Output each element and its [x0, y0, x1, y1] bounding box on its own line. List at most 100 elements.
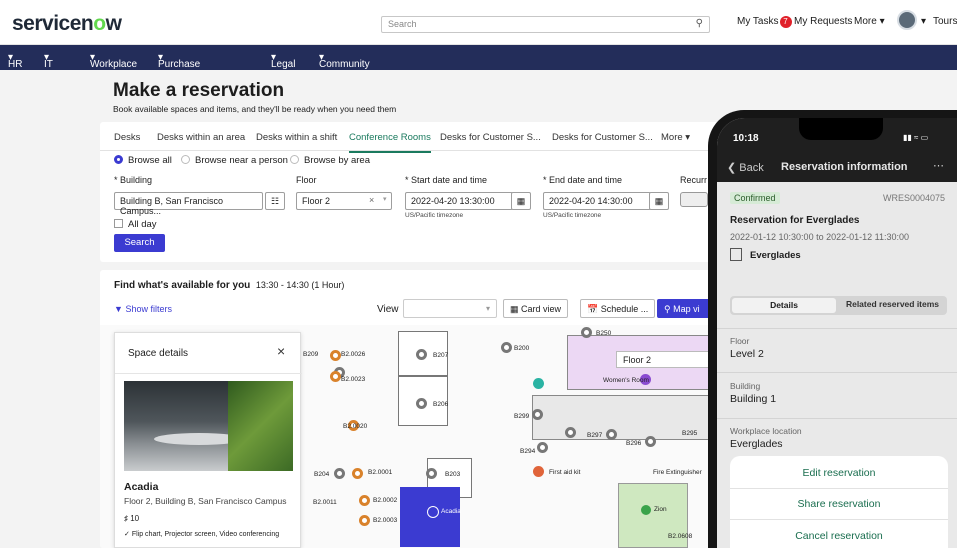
- amenity-icon[interactable]: [533, 378, 544, 389]
- more-options-icon[interactable]: ⋯: [933, 159, 944, 172]
- map-pin[interactable]: [537, 442, 548, 453]
- avatar-chevron-icon[interactable]: ▾: [921, 16, 926, 27]
- results-time: 13:30 - 14:30 (1 Hour): [255, 280, 345, 290]
- radio-empty-icon: [181, 155, 190, 164]
- map-pin[interactable]: [645, 436, 656, 447]
- nav-community[interactable]: Community ▾: [319, 52, 370, 70]
- phone-mockup: 10:18 ▮▮ ≈ ▭ ❮ Back Reservation informat…: [708, 110, 957, 548]
- card-view-button[interactable]: ▦ Card view: [503, 299, 569, 318]
- nav-hr[interactable]: HR ▾: [8, 52, 22, 70]
- tab-details[interactable]: Details: [732, 298, 836, 313]
- my-tasks-link[interactable]: My Tasks 7: [737, 16, 792, 28]
- map-pin[interactable]: [330, 350, 341, 361]
- map-pin[interactable]: [330, 371, 341, 382]
- map-label: B204: [314, 471, 330, 478]
- nav-it-label: IT: [44, 59, 53, 70]
- map-label: Fire Extinguisher: [653, 469, 702, 476]
- zion-icon[interactable]: [641, 505, 651, 515]
- chevron-down-icon[interactable]: ▾: [383, 195, 387, 203]
- reservation-number: WRES0004075: [883, 193, 946, 203]
- space-name: Acadia: [124, 481, 159, 493]
- search-icon[interactable]: ⚲: [696, 18, 703, 29]
- radio-browse-all[interactable]: Browse all: [114, 155, 172, 166]
- tab-desks-customer-1[interactable]: Desks for Customer S...: [440, 132, 541, 143]
- search-button[interactable]: Search: [114, 234, 165, 252]
- global-search-input[interactable]: Search ⚲: [381, 16, 710, 33]
- details-segmented-control: Details Related reserved items: [730, 296, 947, 315]
- building-value: Building 1: [730, 393, 777, 405]
- map-label: Zion: [654, 506, 667, 513]
- phone-notch: [799, 118, 883, 140]
- map-label: B2.0001: [368, 469, 393, 476]
- end-calendar-icon[interactable]: ▦: [649, 192, 669, 210]
- search-placeholder: Search: [388, 19, 417, 29]
- first-aid-icon[interactable]: [533, 466, 544, 477]
- show-filters-link[interactable]: ▼ Show filters: [114, 304, 172, 314]
- map-pin[interactable]: [334, 468, 345, 479]
- nav-workplace-label: Workplace: [90, 59, 138, 70]
- tours-link[interactable]: Tours: [933, 16, 957, 27]
- start-date-field[interactable]: 2022-04-20 13:30:00: [405, 192, 513, 210]
- radio-browse-all-label: Browse all: [128, 155, 172, 166]
- view-select[interactable]: ▾: [403, 299, 497, 318]
- radio-browse-near-person[interactable]: Browse near a person: [181, 155, 288, 166]
- schedule-button[interactable]: 📅 Schedule ...: [580, 299, 656, 318]
- tab-desks[interactable]: Desks: [114, 132, 140, 143]
- building-label: Building: [730, 381, 761, 391]
- nav-it[interactable]: IT ▾: [44, 52, 53, 70]
- end-date-field[interactable]: 2022-04-20 14:30:00: [543, 192, 651, 210]
- user-avatar[interactable]: [897, 10, 917, 30]
- show-filters-label: Show filters: [125, 304, 172, 314]
- map-pin[interactable]: [359, 515, 370, 526]
- map-label: B2.0002: [373, 497, 398, 504]
- map-label: B200: [514, 345, 530, 352]
- building-field[interactable]: Building B, San Francisco Campus...: [114, 192, 263, 216]
- room-photo: [124, 381, 293, 471]
- close-icon[interactable]: ×: [277, 343, 285, 359]
- map-pin[interactable]: [416, 398, 427, 409]
- divider: [730, 488, 948, 489]
- all-day-checkbox[interactable]: All day: [114, 219, 157, 230]
- map-pin[interactable]: [565, 427, 576, 438]
- floor-field[interactable]: Floor 2 × ▾: [296, 192, 392, 210]
- phone-header: 10:18 ▮▮ ≈ ▭ ❮ Back Reservation informat…: [717, 118, 957, 182]
- nav-legal[interactable]: Legal ▾: [271, 52, 295, 70]
- more-menu[interactable]: More ▾: [854, 16, 885, 27]
- green-wall: [228, 381, 293, 471]
- share-reservation-button[interactable]: Share reservation: [730, 498, 948, 510]
- back-button[interactable]: ❮ Back: [727, 161, 764, 174]
- tab-desks-customer-2[interactable]: Desks for Customer S...: [552, 132, 653, 143]
- map-label: B2.0608: [668, 533, 693, 540]
- cancel-reservation-button[interactable]: Cancel reservation: [730, 530, 948, 542]
- map-pin[interactable]: [359, 495, 370, 506]
- floor-value: Floor 2: [302, 196, 331, 206]
- map-pin[interactable]: [416, 349, 427, 360]
- map-pin[interactable]: [532, 409, 543, 420]
- tab-divider: [100, 150, 720, 151]
- nav-workplace[interactable]: Workplace ▾: [90, 52, 137, 70]
- recurring-toggle[interactable]: [680, 192, 708, 207]
- my-requests-link[interactable]: My Requests: [794, 16, 852, 27]
- tab-more[interactable]: More ▾: [661, 132, 690, 143]
- map-pin[interactable]: [501, 342, 512, 353]
- map-pin[interactable]: [426, 468, 437, 479]
- tasks-count-badge: 7: [779, 16, 792, 28]
- nav-purchase-expense[interactable]: Purchase and Expense ▾: [158, 52, 200, 92]
- page-subtitle: Book available spaces and items, and the…: [113, 104, 397, 114]
- map-pin[interactable]: [581, 327, 592, 338]
- reservation-title: Reservation for Everglades: [730, 215, 860, 226]
- tab-related-items[interactable]: Related reserved items: [840, 299, 945, 309]
- radio-browse-by-area[interactable]: Browse by area: [290, 155, 370, 166]
- checkbox-icon: [114, 219, 123, 228]
- tab-desks-within-shift[interactable]: Desks within a shift: [256, 132, 337, 143]
- results-title: Find what's available for you 13:30 - 14…: [114, 280, 344, 291]
- start-calendar-icon[interactable]: ▦: [511, 192, 531, 210]
- radio-selected-icon: [114, 155, 123, 164]
- building-hierarchy-icon[interactable]: ☷: [265, 192, 285, 210]
- tab-desks-within-area[interactable]: Desks within an area: [157, 132, 245, 143]
- edit-reservation-button[interactable]: Edit reservation: [730, 467, 948, 479]
- servicenow-logo[interactable]: servicenow: [12, 12, 122, 36]
- map-pin[interactable]: [606, 429, 617, 440]
- map-pin[interactable]: [352, 468, 363, 479]
- clear-icon[interactable]: ×: [369, 195, 374, 205]
